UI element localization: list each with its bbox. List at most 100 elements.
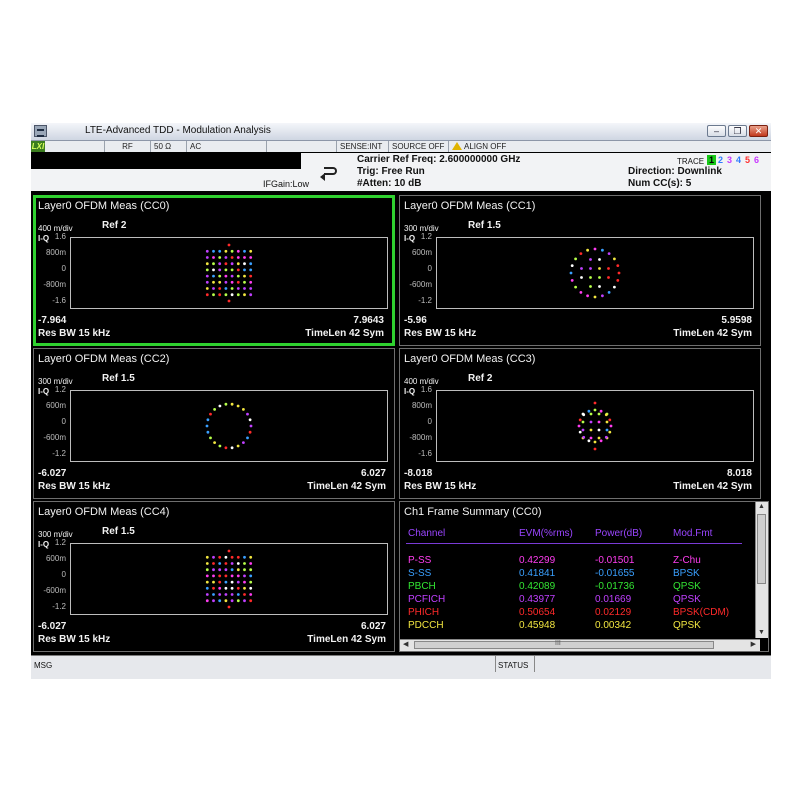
constellation-point	[212, 249, 215, 253]
x-axis-max: 7.9643	[353, 315, 384, 326]
ofdm-meas-panel-cc2[interactable]: Layer0 OFDM Meas (CC2) 300 m/div I-Q Ref 1.…	[33, 348, 395, 499]
constellation-point	[218, 568, 222, 572]
constellation-point	[248, 418, 252, 422]
constellation-point	[589, 285, 592, 288]
constellation-point	[205, 268, 209, 272]
y-tick-label: -600m	[43, 586, 66, 595]
x-axis-max: 8.018	[726, 468, 752, 479]
constellation-point	[249, 274, 253, 278]
constellation-point	[212, 593, 215, 596]
panel-title: Layer0 OFDM Meas (CC1)	[404, 200, 536, 212]
constellation-point	[243, 593, 246, 596]
warning-icon	[452, 142, 462, 150]
constellation-point	[236, 586, 240, 590]
constellation-point	[230, 402, 234, 406]
constellation-point	[224, 562, 228, 565]
y-tick-label: -600m	[43, 433, 66, 442]
scroll-left-icon[interactable]: ◀	[403, 641, 408, 649]
ofdm-meas-panel-cc0[interactable]: Layer0 OFDM Meas (CC0) 400 m/div I-Q Ref 21…	[33, 195, 395, 346]
panel-title: Layer0 OFDM Meas (CC4)	[38, 506, 170, 518]
constellation-point	[205, 555, 209, 559]
constellation-point	[205, 586, 209, 590]
constellation-point	[205, 599, 209, 603]
constellation-point	[607, 252, 611, 255]
trace-1-button[interactable]: 1	[707, 155, 716, 165]
trace-selector[interactable]: 123456	[707, 155, 761, 165]
constellation-point	[249, 593, 253, 596]
close-button[interactable]: ✕	[749, 125, 768, 137]
constellation-point	[230, 580, 234, 584]
ofdm-meas-panel-cc4[interactable]: Layer0 OFDM Meas (CC4) 300 m/div I-Q Ref 1.…	[33, 501, 395, 652]
summary-cell-channel: PBCH	[408, 581, 436, 592]
lxi-icon: LXI	[31, 141, 45, 152]
summary-horizontal-scrollbar[interactable]: ◀ III ▶	[400, 639, 760, 651]
constellation-point	[589, 276, 592, 279]
settings-row: IFGain:Low Carrier Ref Freq: 2.600000000…	[31, 153, 771, 191]
constellation-point	[249, 599, 253, 603]
constellation-point	[578, 430, 582, 434]
summary-cell-channel: PHICH	[408, 607, 440, 618]
constellation-point	[243, 599, 246, 603]
summary-cell-mod: QPSK	[673, 581, 701, 592]
constellation-point	[609, 424, 613, 428]
constellation-point	[209, 436, 212, 440]
scroll-right-icon[interactable]: ▶	[751, 641, 756, 649]
constellation-point	[205, 262, 209, 266]
x-axis-max: 6.027	[360, 621, 386, 632]
summary-vscroll-thumb[interactable]	[757, 514, 766, 584]
constellation-point	[205, 580, 209, 584]
app-icon	[34, 125, 47, 137]
summary-title: Ch1 Frame Summary (CC0)	[404, 506, 542, 518]
ofdm-meas-panel-cc3[interactable]: Layer0 OFDM Meas (CC3) 400 m/div I-Q Ref 21…	[399, 348, 761, 499]
constellation-point	[243, 287, 246, 290]
summary-cell-channel: PCFICH	[408, 594, 446, 605]
y-tick-label: 600m	[45, 554, 66, 563]
constellation-point	[230, 568, 234, 572]
constellation-point	[597, 412, 601, 416]
constellation-point	[218, 444, 222, 448]
timelen-label: TimeLen 42 Sym	[673, 481, 752, 492]
trace-5-button[interactable]: 5	[743, 155, 752, 165]
trace-3-button[interactable]: 3	[725, 155, 734, 165]
constellation-point	[212, 574, 215, 578]
constellation-point	[213, 441, 217, 444]
restore-button[interactable]: ❐	[728, 125, 747, 137]
trace-2-button[interactable]: 2	[716, 155, 725, 165]
summary-vertical-scrollbar[interactable]: ▲ ▼	[755, 502, 768, 638]
summary-hscroll-thumb[interactable]: III	[414, 640, 714, 649]
constellation-svg	[205, 243, 253, 303]
constellation-point	[598, 276, 601, 279]
x-axis-min: -7.964	[38, 315, 67, 326]
constellation-point	[218, 262, 222, 266]
constellation-point	[249, 287, 253, 290]
constellation-point	[604, 413, 608, 417]
trace-6-button[interactable]: 6	[752, 155, 761, 165]
constellation-point	[236, 268, 240, 272]
constellation-point	[243, 562, 246, 565]
timelen-label: TimeLen 42 Sym	[307, 481, 386, 492]
panel-ref-level: Ref 2	[468, 373, 493, 384]
frame-summary-panel[interactable]: Ch1 Frame Summary (CC0) Channel EVM(%rms…	[399, 501, 769, 652]
scroll-up-icon[interactable]: ▲	[758, 503, 765, 511]
constellation-point	[218, 580, 222, 584]
constellation-point	[589, 420, 593, 424]
status-label: STATUS	[498, 661, 529, 670]
constellation-point	[236, 249, 240, 253]
constellation-point	[218, 249, 222, 253]
constellation-point	[227, 605, 231, 609]
constellation-point	[249, 568, 253, 572]
constellation-point	[218, 268, 222, 272]
ofdm-meas-panel-cc1[interactable]: Layer0 OFDM Meas (CC1) 300 m/div I-Q Ref 1.…	[399, 195, 761, 346]
y-tick-label: 1.2	[420, 232, 432, 241]
constellation-point	[230, 574, 234, 578]
scroll-down-icon[interactable]: ▼	[758, 629, 765, 637]
constellation-point	[607, 267, 610, 270]
constellation-point	[205, 280, 209, 284]
constellation-point	[577, 424, 581, 428]
trace-4-button[interactable]: 4	[734, 155, 743, 165]
summary-cell-power: -0.01736	[595, 581, 635, 592]
constellation-svg	[205, 402, 253, 450]
constellation-point	[236, 262, 240, 266]
y-tick-label: 0	[427, 417, 432, 426]
minimize-button[interactable]: –	[707, 125, 726, 137]
